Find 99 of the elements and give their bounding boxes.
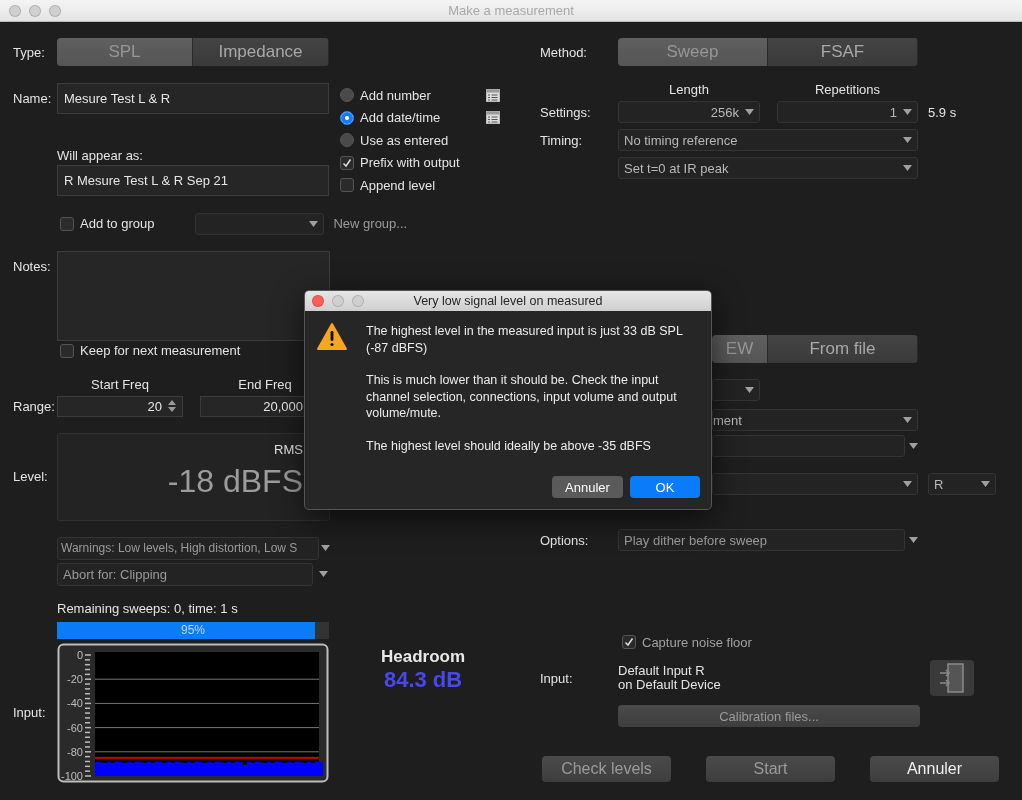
field-label: Level: xyxy=(13,469,49,484)
dialog-button[interactable]: Annuler xyxy=(552,476,623,498)
caret-icon xyxy=(903,417,912,423)
duration-text: 5.9 s xyxy=(928,104,957,120)
caret-icon xyxy=(321,545,330,551)
caret-icon xyxy=(309,220,319,227)
tick-label: 0 xyxy=(76,648,83,661)
column-header: Repetitions xyxy=(813,83,881,97)
progress-text: Remaining sweeps: 0, time: 1 s xyxy=(57,601,238,616)
caret-icon xyxy=(745,109,754,115)
field-caption: Will appear as: xyxy=(57,149,144,163)
message-text: The highest level should ideally be above -35 dBFS xyxy=(366,437,652,454)
repetitions-dropdown[interactable]: 1 xyxy=(777,101,918,123)
input-select-button[interactable] xyxy=(930,660,974,696)
option-label: Capture noise floor xyxy=(642,634,752,650)
option-label: Add to group xyxy=(80,216,155,231)
timing-dropdown[interactable]: No timing reference xyxy=(618,129,918,151)
field-label: Input: xyxy=(540,670,574,686)
notes-field[interactable] xyxy=(57,250,330,341)
radio-button[interactable] xyxy=(340,110,354,125)
tick-label: -60 xyxy=(67,721,83,734)
caret-icon xyxy=(909,537,918,543)
message-text: This is much lower than it should be. Check the input channel selection, connections, input volume and output volume/mute. xyxy=(366,372,678,422)
caret-icon xyxy=(981,481,990,487)
caret-icon xyxy=(319,571,328,577)
spinner-icon[interactable] xyxy=(168,400,176,412)
name-field[interactable]: Mesure Test L & R xyxy=(57,83,329,114)
field-label: Timing: xyxy=(540,132,584,148)
close-button[interactable] xyxy=(9,4,21,17)
radio-button[interactable] xyxy=(340,88,354,103)
channel-dropdown[interactable]: R xyxy=(928,473,996,495)
checkbox[interactable] xyxy=(340,155,354,170)
level-mode: RMS xyxy=(274,441,303,457)
minimize-button[interactable] xyxy=(332,295,344,307)
tick-label: -40 xyxy=(67,696,83,709)
field-label: Type: xyxy=(13,44,46,60)
segment-tab[interactable]: Impedance xyxy=(193,38,329,66)
tick-label: -20 xyxy=(67,672,83,685)
headroom-value: 84.3 dB xyxy=(383,666,463,693)
level-value: -18 dBFS xyxy=(167,462,303,500)
options-dropdown[interactable]: Play dither before sweep xyxy=(618,529,905,551)
abort-dropdown[interactable]: Abort for: Clipping xyxy=(57,562,313,586)
radio-button[interactable] xyxy=(340,133,354,148)
dialog-button[interactable]: OK xyxy=(630,476,700,498)
dropdown[interactable] xyxy=(712,379,760,401)
field-label: Range: xyxy=(13,398,56,414)
calibration-button[interactable]: Calibration files... xyxy=(618,705,920,727)
column-header: End Freq xyxy=(237,377,293,392)
zoom-button[interactable] xyxy=(49,4,61,17)
checkbox[interactable] xyxy=(60,343,74,358)
field-label: Name: xyxy=(13,91,53,106)
dialog-title: Very low signal level on measured xyxy=(413,294,603,308)
segment-tab[interactable]: FSAF xyxy=(768,38,918,66)
list-icon[interactable] xyxy=(486,111,500,125)
headroom-title: Headroom xyxy=(381,646,466,667)
close-button[interactable] xyxy=(312,295,324,307)
preview-field: R Mesure Test L & R Sep 21 xyxy=(57,165,329,196)
progress-label: 95% xyxy=(181,623,205,637)
caret-icon xyxy=(903,165,912,171)
option-label: Keep for next measurement xyxy=(80,343,241,358)
segment-tab[interactable]: From file xyxy=(768,335,918,363)
caret-icon xyxy=(745,387,754,393)
timing-dropdown[interactable]: Set t=0 at IR peak xyxy=(618,157,918,179)
dropdown[interactable]: ment xyxy=(712,409,918,431)
column-header: Length xyxy=(668,83,710,97)
new-group-link[interactable]: New group... xyxy=(333,216,408,231)
start-freq-field[interactable]: 20 xyxy=(57,395,183,417)
field-label: Options: xyxy=(540,532,590,548)
caret-icon xyxy=(903,109,912,115)
tick-label: -100 xyxy=(60,769,83,782)
caret-icon xyxy=(903,137,912,143)
field-label: Notes: xyxy=(13,258,52,274)
option-label: Add number xyxy=(360,87,431,103)
option-label: Prefix with output xyxy=(360,155,460,171)
length-dropdown[interactable]: 256k xyxy=(618,101,760,123)
caret-icon xyxy=(909,443,918,449)
option-label: Add date/time xyxy=(360,110,441,126)
tick-label: -80 xyxy=(67,745,83,758)
input-icon xyxy=(939,663,965,693)
input-device-text: on Default Device xyxy=(618,678,721,692)
dialog-button[interactable]: Annuler xyxy=(870,756,999,782)
input-device-text: Default Input R xyxy=(618,664,706,678)
zoom-button[interactable] xyxy=(352,295,364,307)
checkbox[interactable] xyxy=(340,178,354,193)
minimize-button[interactable] xyxy=(29,4,41,17)
field-label: Input: xyxy=(13,705,47,720)
warnings-dropdown[interactable]: Warnings: Low levels, High distortion, Low S xyxy=(57,536,319,560)
field-label: Method: xyxy=(540,44,588,60)
field-label: Settings: xyxy=(540,104,592,120)
window-title: Make a measurement xyxy=(448,3,574,18)
option-label: Append level xyxy=(360,177,436,193)
caret-icon xyxy=(903,481,912,487)
list-icon[interactable] xyxy=(486,88,500,102)
option-label: Use as entered xyxy=(360,132,449,148)
checkbox[interactable] xyxy=(60,216,74,231)
column-header: Start Freq xyxy=(90,377,150,392)
message-text: The highest level in the measured input is just 33 dB SPL (-87 dBFS) xyxy=(366,323,684,356)
group-dropdown[interactable] xyxy=(195,212,325,235)
warning-icon xyxy=(317,323,347,350)
